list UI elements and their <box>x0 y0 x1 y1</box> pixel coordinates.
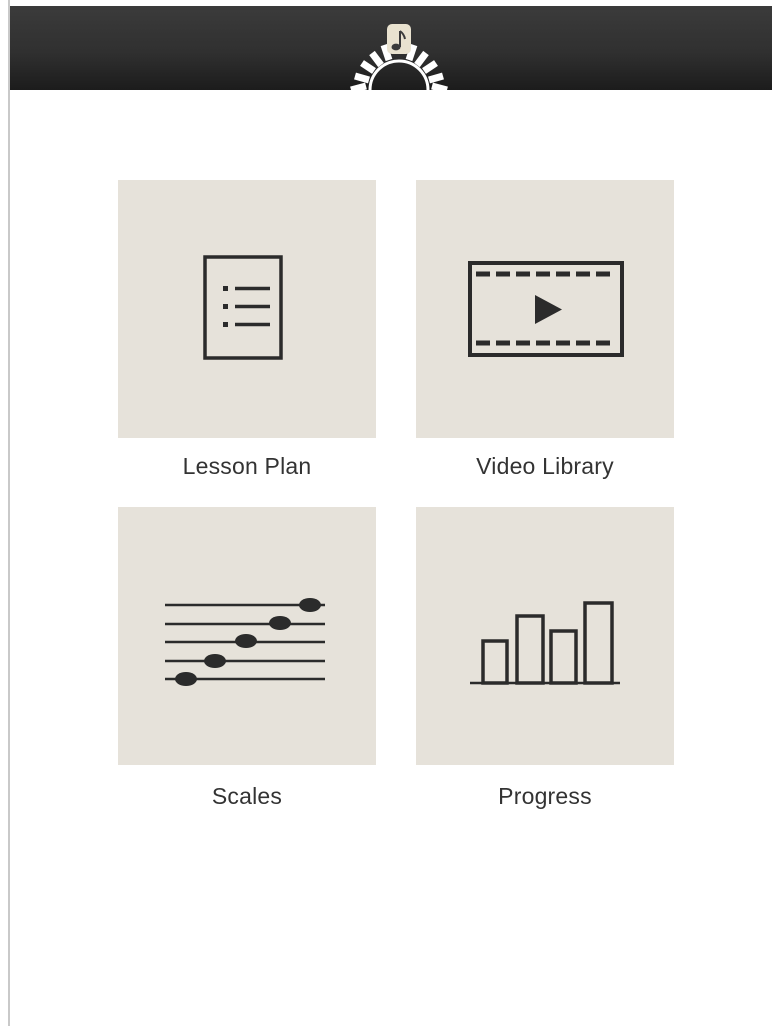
lesson-plan-tile[interactable] <box>118 180 376 438</box>
lesson-plan-label[interactable]: Lesson Plan <box>118 453 376 480</box>
header-bar <box>10 6 772 90</box>
video-play-icon <box>468 261 624 357</box>
video-library-tile[interactable] <box>416 180 674 438</box>
video-library-label[interactable]: Video Library <box>416 453 674 480</box>
music-staff-notes-icon <box>165 598 325 686</box>
progress-tile[interactable] <box>416 507 674 765</box>
app-screen: Lesson Plan Video Library Scales Progres… <box>0 0 772 1026</box>
document-list-icon <box>203 255 283 360</box>
piano-keys-logo-icon[interactable] <box>334 20 464 90</box>
window-edge <box>0 0 10 1026</box>
scales-label[interactable]: Scales <box>118 783 376 810</box>
scales-tile[interactable] <box>118 507 376 765</box>
bar-chart-icon <box>470 601 620 685</box>
progress-label[interactable]: Progress <box>416 783 674 810</box>
